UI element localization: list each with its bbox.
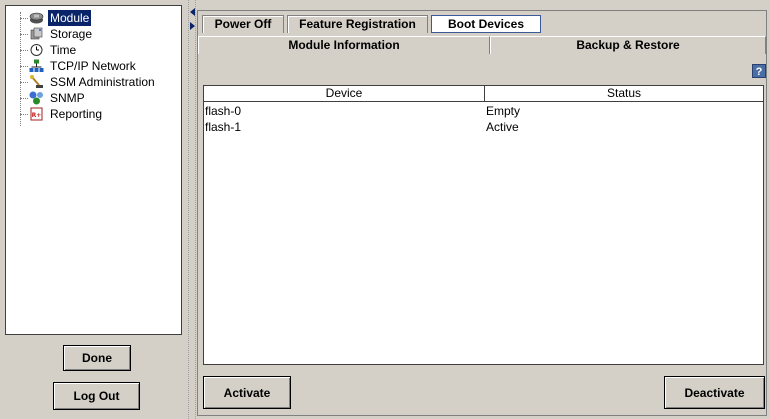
tab-backup-restore[interactable]: Backup & Restore [490, 36, 766, 54]
tree-label-time: Time [50, 43, 77, 57]
column-header-device[interactable]: Device [204, 86, 485, 102]
collapse-left-arrow-icon[interactable] [190, 8, 195, 16]
tree-label-module: Module [48, 10, 92, 26]
tree-branch [20, 114, 28, 115]
tree-item-ssm-administration[interactable]: SSM Administration [6, 74, 176, 90]
boot-devices-table: Device Status flash-0 Empty flash-1 Acti… [203, 85, 764, 365]
help-icon[interactable]: ? [752, 64, 766, 78]
module-icon [29, 12, 44, 24]
table-cell-device[interactable]: flash-0 [204, 103, 241, 119]
log-out-button[interactable]: Log Out [53, 382, 140, 410]
tree-branch [20, 18, 28, 19]
report-icon: R+ [30, 107, 43, 121]
tree-item-time[interactable]: Time [6, 42, 176, 58]
tree-branch [20, 98, 28, 99]
tree-label-storage: Storage [50, 27, 93, 41]
clock-icon [30, 44, 43, 56]
tree-branch [20, 34, 28, 35]
navigation-tree: Module Storage Time TCP/IP Network SSM A… [5, 5, 182, 335]
tree-branch [20, 66, 28, 67]
activate-button[interactable]: Activate [203, 376, 291, 409]
tree-item-tcpip-network[interactable]: TCP/IP Network [6, 58, 176, 74]
tab-power-off[interactable]: Power Off [202, 15, 284, 33]
network-icon [29, 59, 44, 72]
deactivate-button[interactable]: Deactivate [664, 376, 765, 409]
tree-item-reporting[interactable]: R+ Reporting [6, 106, 176, 122]
done-button[interactable]: Done [63, 345, 131, 371]
snmp-icon [29, 91, 43, 105]
table-cell-device[interactable]: flash-1 [204, 119, 241, 135]
tree-branch [20, 50, 28, 51]
tree-branch [20, 82, 28, 83]
svg-text:R+: R+ [32, 112, 42, 119]
tree-label-reporting: Reporting [50, 107, 103, 121]
storage-icon [30, 27, 43, 40]
admin-icon [30, 75, 43, 88]
tree-item-storage[interactable]: Storage [6, 26, 176, 42]
tree-item-module[interactable]: Module [6, 10, 176, 26]
tab-boot-devices[interactable]: Boot Devices [431, 15, 541, 33]
tab-feature-registration[interactable]: Feature Registration [287, 15, 428, 33]
column-header-status[interactable]: Status [485, 86, 763, 102]
table-cell-status[interactable]: Active [485, 119, 519, 135]
tree-label-ssm-administration: SSM Administration [50, 75, 155, 89]
tree-label-tcpip-network: TCP/IP Network [50, 59, 136, 73]
tree-item-snmp[interactable]: SNMP [6, 90, 176, 106]
tree-label-snmp: SNMP [50, 91, 85, 105]
panel-splitter[interactable] [188, 0, 196, 419]
table-cell-status[interactable]: Empty [485, 103, 520, 119]
tab-module-information[interactable]: Module Information [198, 36, 490, 54]
expand-right-arrow-icon[interactable] [190, 22, 195, 30]
